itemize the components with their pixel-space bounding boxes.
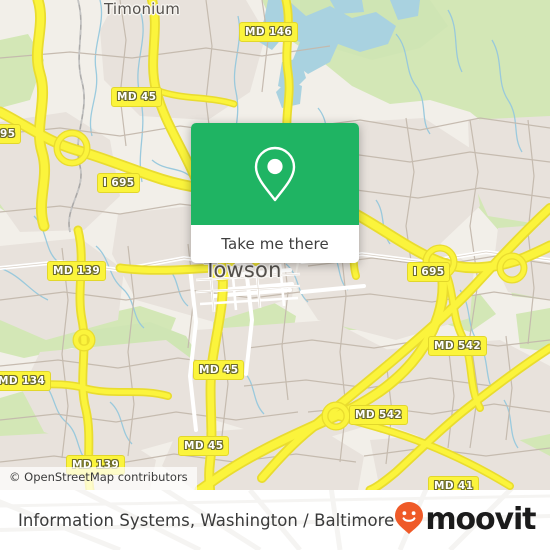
- highway-shield-md-134[interactable]: MD 134: [0, 371, 52, 391]
- moovit-pin-icon: [394, 501, 424, 540]
- highway-shield-md-45-mid[interactable]: MD 45: [193, 360, 245, 380]
- moovit-logo[interactable]: moovit: [394, 501, 537, 540]
- map-pin-icon: [252, 145, 298, 203]
- highway-shield-md-45-south[interactable]: MD 45: [178, 436, 230, 456]
- highway-shield-md-542-south[interactable]: MD 542: [349, 405, 409, 425]
- map-attribution[interactable]: © OpenStreetMap contributors: [0, 467, 197, 490]
- highway-shield-md-139-west[interactable]: MD 139: [47, 261, 107, 281]
- map-screenshot: Timonium Towson MD 146 MD 45 95 I 695 MD…: [0, 0, 550, 550]
- highway-shield-i-695-west-edge[interactable]: 95: [0, 124, 22, 144]
- map-canvas[interactable]: Timonium Towson MD 146 MD 45 95 I 695 MD…: [0, 0, 550, 490]
- highway-shield-i-695-east[interactable]: I 695: [407, 262, 451, 282]
- footer-bar: Information Systems, Washington / Baltim…: [0, 490, 550, 550]
- highway-shield-md-542-north[interactable]: MD 542: [428, 336, 488, 356]
- poi-popup-card[interactable]: Take me there: [191, 123, 359, 263]
- page-title: Information Systems, Washington / Baltim…: [18, 510, 395, 530]
- take-me-there-label: Take me there: [221, 235, 329, 253]
- poi-card-image: [191, 123, 359, 225]
- highway-shield-i-695-west[interactable]: I 695: [97, 173, 141, 193]
- moovit-wordmark: moovit: [425, 502, 536, 537]
- take-me-there-button[interactable]: Take me there: [191, 225, 359, 263]
- poi-card-body: Take me there: [191, 123, 359, 263]
- highway-shield-md-41[interactable]: MD 41: [428, 476, 480, 490]
- highway-shield-md-146[interactable]: MD 146: [239, 22, 299, 42]
- highway-shield-md-45-north[interactable]: MD 45: [111, 87, 163, 107]
